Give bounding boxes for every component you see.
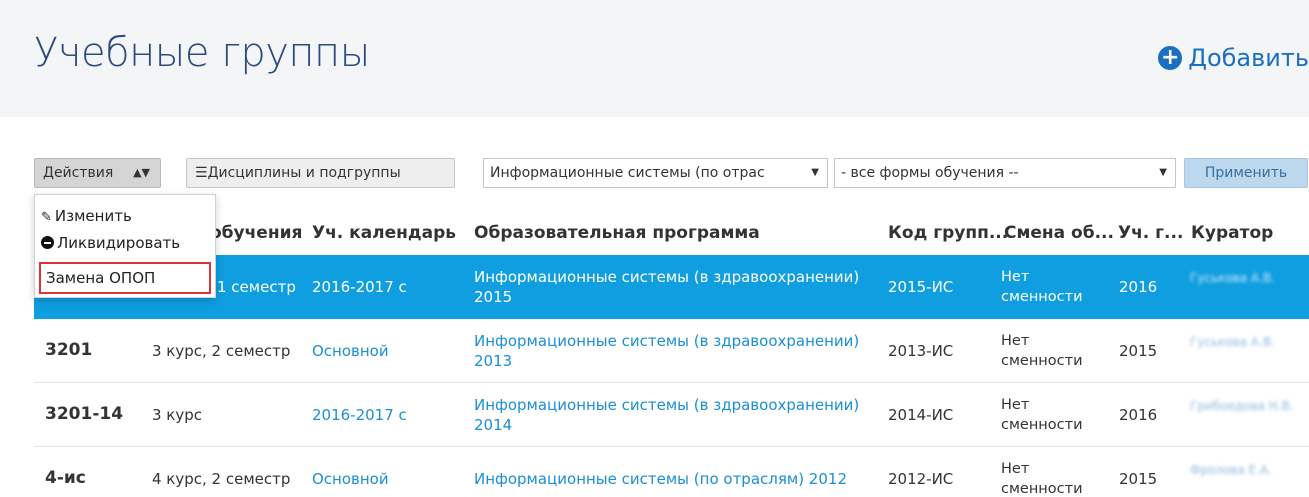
row-curator-link[interactable]: Гуськова А.В. bbox=[1190, 331, 1300, 351]
table-row[interactable]: 3201 3 курс, 2 семестр Основной Информац… bbox=[34, 319, 1309, 383]
row-year: 3 курс, 2 семестр bbox=[152, 342, 291, 360]
form-select[interactable]: - все формы обучения -- ▼ bbox=[834, 158, 1176, 188]
pencil-icon: ✎ bbox=[41, 210, 52, 225]
menu-item-replace-label: Замена ОПОП bbox=[46, 269, 156, 287]
row-curator: Гуськова А.В. bbox=[1190, 335, 1275, 349]
row-year: 1 семестр bbox=[217, 278, 296, 296]
row-program-link[interactable]: Информационные системы (в здравоохранени… bbox=[474, 331, 884, 371]
row-code: 2015-ИС bbox=[888, 278, 954, 296]
row-curator-link[interactable]: Фролова Е.А. bbox=[1190, 459, 1300, 479]
row-calendar-link[interactable]: Основной bbox=[312, 469, 389, 489]
row-program-link[interactable]: Информационные системы (по отраслям) 201… bbox=[474, 469, 884, 489]
add-label: Добавить bbox=[1188, 44, 1309, 72]
actions-button[interactable]: Действия ▲▼ bbox=[34, 158, 161, 188]
table-row[interactable]: 4-ис 4 курс, 2 семестр Основной Информац… bbox=[34, 447, 1309, 497]
list-icon: ☰ bbox=[195, 165, 208, 181]
actions-menu: ✎ Изменить Ликвидировать Замена ОПОП bbox=[34, 194, 216, 298]
row-name: 4-ис bbox=[45, 468, 86, 488]
disciplines-button[interactable]: ☰Дисциплины и подгруппы bbox=[186, 158, 455, 188]
sort-updown-icon: ▲▼ bbox=[133, 166, 150, 179]
row-program-link[interactable]: Информационные системы (в здравоохранени… bbox=[474, 395, 884, 435]
column-header-shift[interactable]: Смена об... bbox=[1004, 223, 1114, 243]
row-shift: Нет сменности bbox=[1001, 269, 1083, 305]
menu-item-replace-opop[interactable]: Замена ОПОП bbox=[39, 262, 211, 294]
row-shift: Нет сменности bbox=[1001, 461, 1083, 497]
program-select-value: Информационные системы (по отрас bbox=[490, 165, 765, 181]
row-calendar-link[interactable]: 2016-2017 с bbox=[312, 277, 407, 297]
row-curator-link[interactable]: Гуськова А.В. bbox=[1190, 267, 1300, 287]
apply-button[interactable]: Применить bbox=[1184, 158, 1308, 188]
row-shift: Нет сменности bbox=[1001, 333, 1083, 369]
row-study-year: 2015 bbox=[1119, 470, 1158, 488]
add-button[interactable]: + Добавить bbox=[1158, 44, 1309, 72]
menu-item-edit[interactable]: ✎ Изменить bbox=[41, 207, 132, 225]
form-select-value: - все формы обучения -- bbox=[841, 165, 1019, 181]
row-year: 4 курс, 2 семестр bbox=[152, 470, 291, 488]
actions-label: Действия bbox=[43, 165, 114, 181]
row-curator: Грибоедова Н.В. bbox=[1190, 399, 1294, 413]
row-year: 3 курс bbox=[152, 406, 203, 424]
column-header-study-year[interactable]: Уч. г... bbox=[1118, 223, 1183, 243]
row-code: 2014-ИС bbox=[888, 406, 954, 424]
column-header-curator[interactable]: Куратор bbox=[1191, 223, 1273, 243]
row-curator-link[interactable]: Грибоедова Н.В. bbox=[1190, 395, 1300, 415]
row-study-year: 2015 bbox=[1119, 342, 1158, 360]
table-row[interactable]: 3201-14 3 курс 2016-2017 с Информационны… bbox=[34, 383, 1309, 447]
column-header-year[interactable]: обучения bbox=[210, 223, 302, 243]
toolbar: Действия ▲▼ ☰Дисциплины и подгруппы Инфо… bbox=[0, 158, 1309, 190]
row-curator: Фролова Е.А. bbox=[1190, 463, 1272, 477]
column-header-calendar[interactable]: Уч. календарь bbox=[312, 223, 456, 243]
disciplines-label: Дисциплины и подгруппы bbox=[207, 165, 401, 181]
menu-item-liquidate-label: Ликвидировать bbox=[57, 234, 181, 252]
row-name: 3201 bbox=[45, 340, 93, 360]
row-name: 3201-14 bbox=[45, 404, 124, 424]
row-code: 2013-ИС bbox=[888, 342, 954, 360]
row-calendar-link[interactable]: 2016-2017 с bbox=[312, 405, 407, 425]
plus-circle-icon: + bbox=[1158, 46, 1183, 70]
program-select[interactable]: Информационные системы (по отрас ▼ bbox=[483, 158, 828, 188]
row-code: 2012-ИС bbox=[888, 470, 954, 488]
chevron-down-icon: ▼ bbox=[1159, 167, 1167, 178]
column-header-code[interactable]: Код групп... bbox=[888, 223, 1008, 243]
page-header: Учебные группы + Добавить bbox=[0, 0, 1309, 117]
row-shift: Нет сменности bbox=[1001, 397, 1083, 433]
chevron-down-icon: ▼ bbox=[811, 167, 819, 178]
row-calendar-link[interactable]: Основной bbox=[312, 341, 389, 361]
row-study-year: 2016 bbox=[1119, 406, 1158, 424]
table-row[interactable]: 1 семестр 2016-2017 с Информационные сис… bbox=[34, 255, 1309, 319]
page-title: Учебные группы bbox=[34, 30, 370, 76]
row-study-year: 2016 bbox=[1119, 278, 1158, 296]
minus-circle-icon bbox=[41, 236, 54, 249]
menu-item-edit-label: Изменить bbox=[54, 207, 132, 225]
menu-item-liquidate[interactable]: Ликвидировать bbox=[41, 234, 180, 252]
row-curator: Гуськова А.В. bbox=[1190, 271, 1275, 285]
column-header-program[interactable]: Образовательная программа bbox=[474, 223, 760, 243]
row-program-link[interactable]: Информационные системы (в здравоохранени… bbox=[474, 267, 884, 307]
